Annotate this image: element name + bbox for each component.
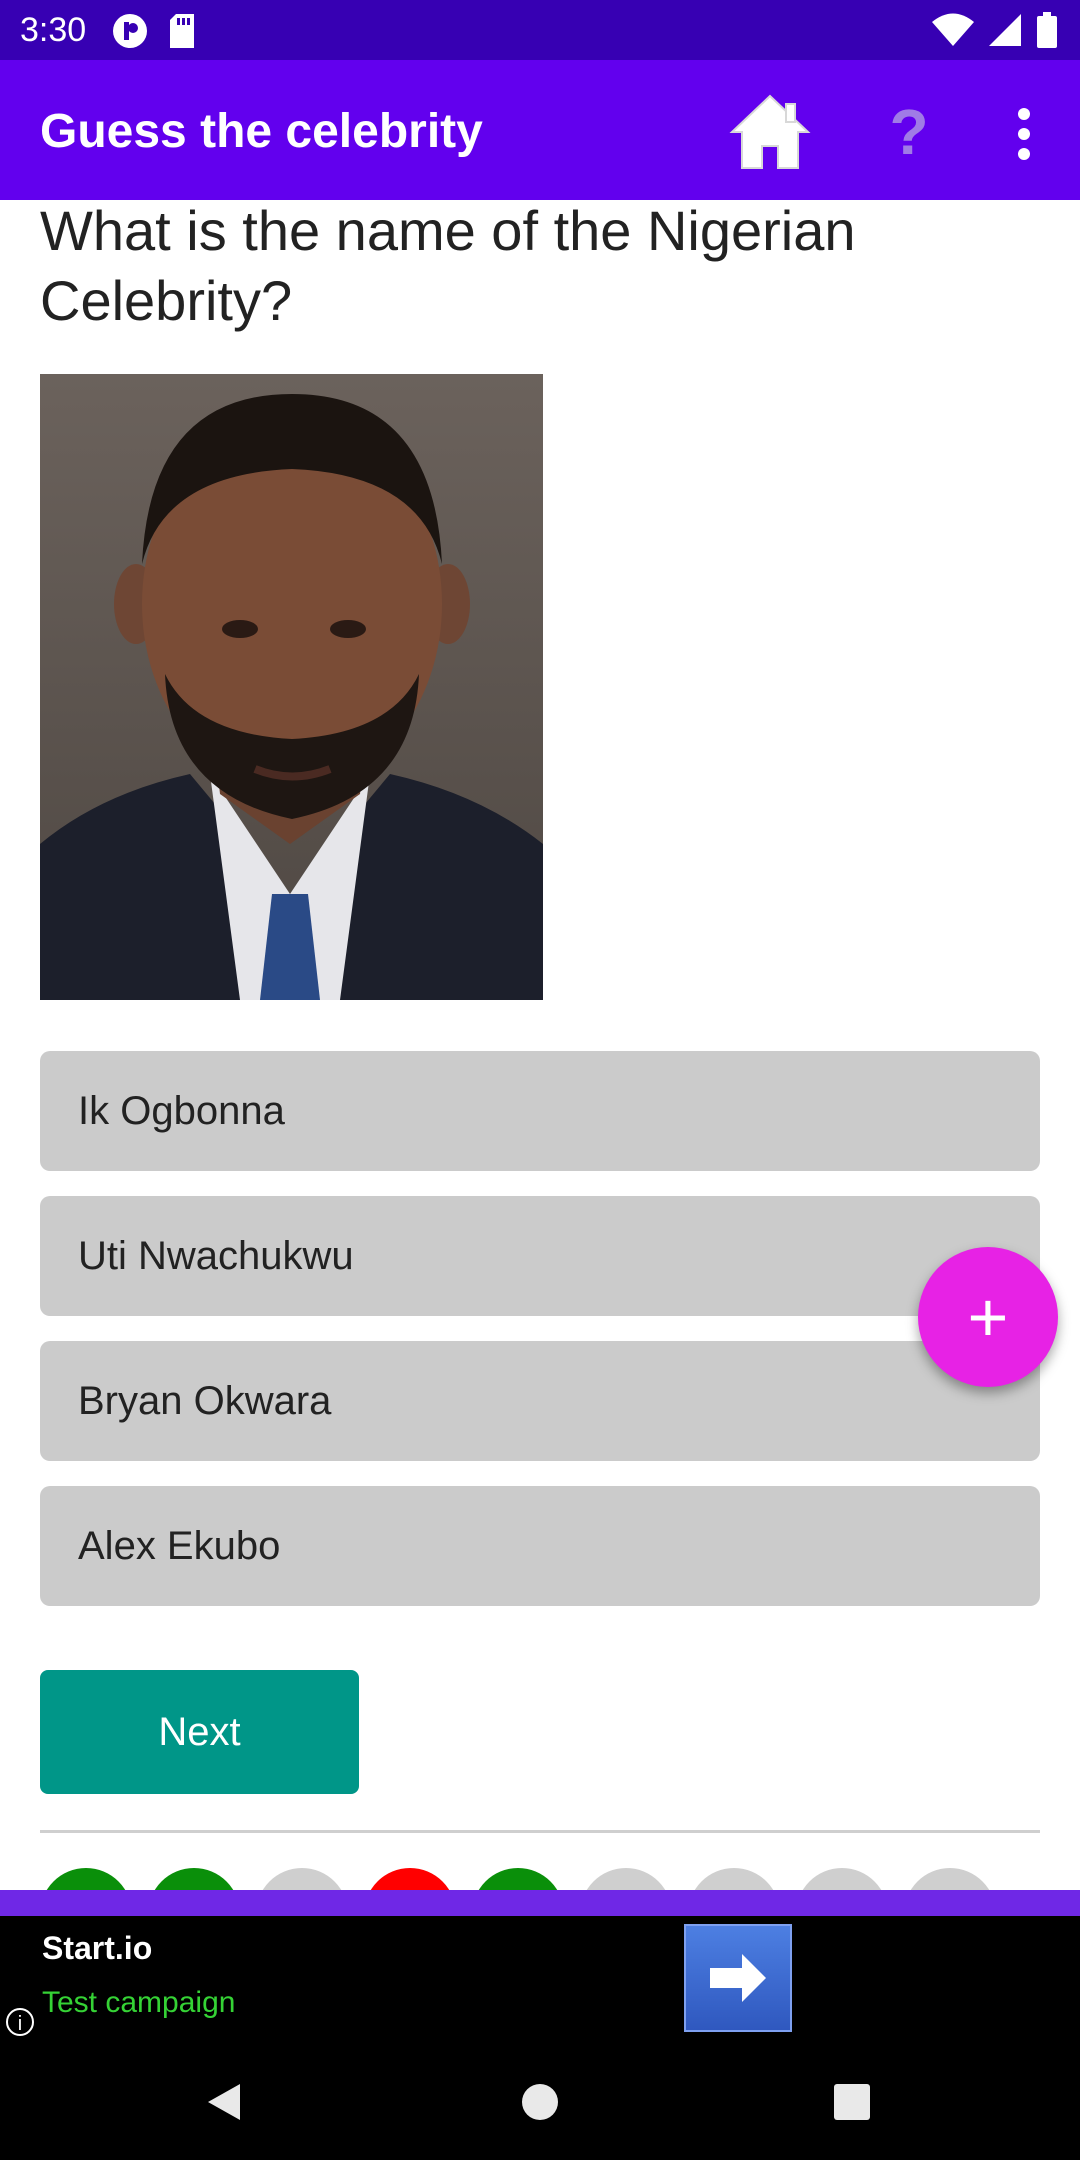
answer-option-4[interactable]: Alex Ekubo [40,1486,1040,1606]
recents-icon[interactable] [834,2084,870,2120]
plus-icon: + [967,1278,1009,1356]
answer-option-label: Alex Ekubo [78,1524,281,1568]
answer-option-1[interactable]: Ik Ogbonna [40,1051,1040,1171]
overflow-menu-button[interactable] [1004,104,1044,164]
status-time: 3:30 [20,11,87,49]
add-fab-button[interactable]: + [918,1247,1058,1387]
celebrity-photo [40,374,543,1000]
ad-subtitle: Test campaign [42,1986,236,2019]
progress-dot-wrong [364,1868,456,1890]
progress-dot-unanswered [796,1868,888,1890]
status-notification-icons [112,13,196,49]
home-nav-icon[interactable] [522,2084,558,2120]
progress-dot-correct [40,1868,132,1890]
arrow-right-icon [710,1954,766,2002]
progress-dot-unanswered [580,1868,672,1890]
answer-option-3[interactable]: Bryan Okwara [40,1341,1040,1461]
answer-option-label: Bryan Okwara [78,1379,332,1423]
home-icon [729,94,811,169]
battery-icon [1037,12,1057,48]
help-button[interactable]: ? [880,92,938,172]
ad-banner-border [0,1890,1080,1916]
question-text: What is the name of the Nigerian Celebri… [40,199,856,332]
progress-dot-unanswered [904,1868,996,1890]
answer-option-label: Uti Nwachukwu [78,1234,354,1278]
ad-banner[interactable]: Start.io Test campaign i [0,1916,1080,2040]
info-icon[interactable]: i [6,2008,34,2036]
sd-card-icon [170,14,194,48]
status-system-icons [932,12,1058,48]
progress-dot-correct [472,1868,564,1890]
status-bar: 3:30 [0,0,1080,60]
cell-signal-icon [989,14,1021,46]
question-mark-icon: ? [889,96,929,168]
home-button[interactable] [728,92,812,172]
app-title: Guess the celebrity [40,105,483,158]
ad-brand: Start.io [42,1930,153,1966]
progress-dot-unanswered [256,1868,348,1890]
app-notification-icon [113,14,147,48]
answer-option-2[interactable]: Uti Nwachukwu [40,1196,1040,1316]
app-toolbar: Guess the celebrity ? [0,60,1080,200]
answer-option-label: Ik Ogbonna [78,1089,285,1133]
ad-arrow-button[interactable] [684,1924,792,2032]
progress-dot-unanswered [688,1868,780,1890]
next-button[interactable]: Next [40,1670,359,1794]
progress-dots [40,1868,1040,1890]
wifi-icon [932,13,974,46]
progress-dot-correct [148,1868,240,1890]
divider [40,1830,1040,1833]
back-icon[interactable] [206,2082,242,2122]
more-vert-icon [1018,108,1030,160]
system-navigation-bar [0,2040,1080,2160]
